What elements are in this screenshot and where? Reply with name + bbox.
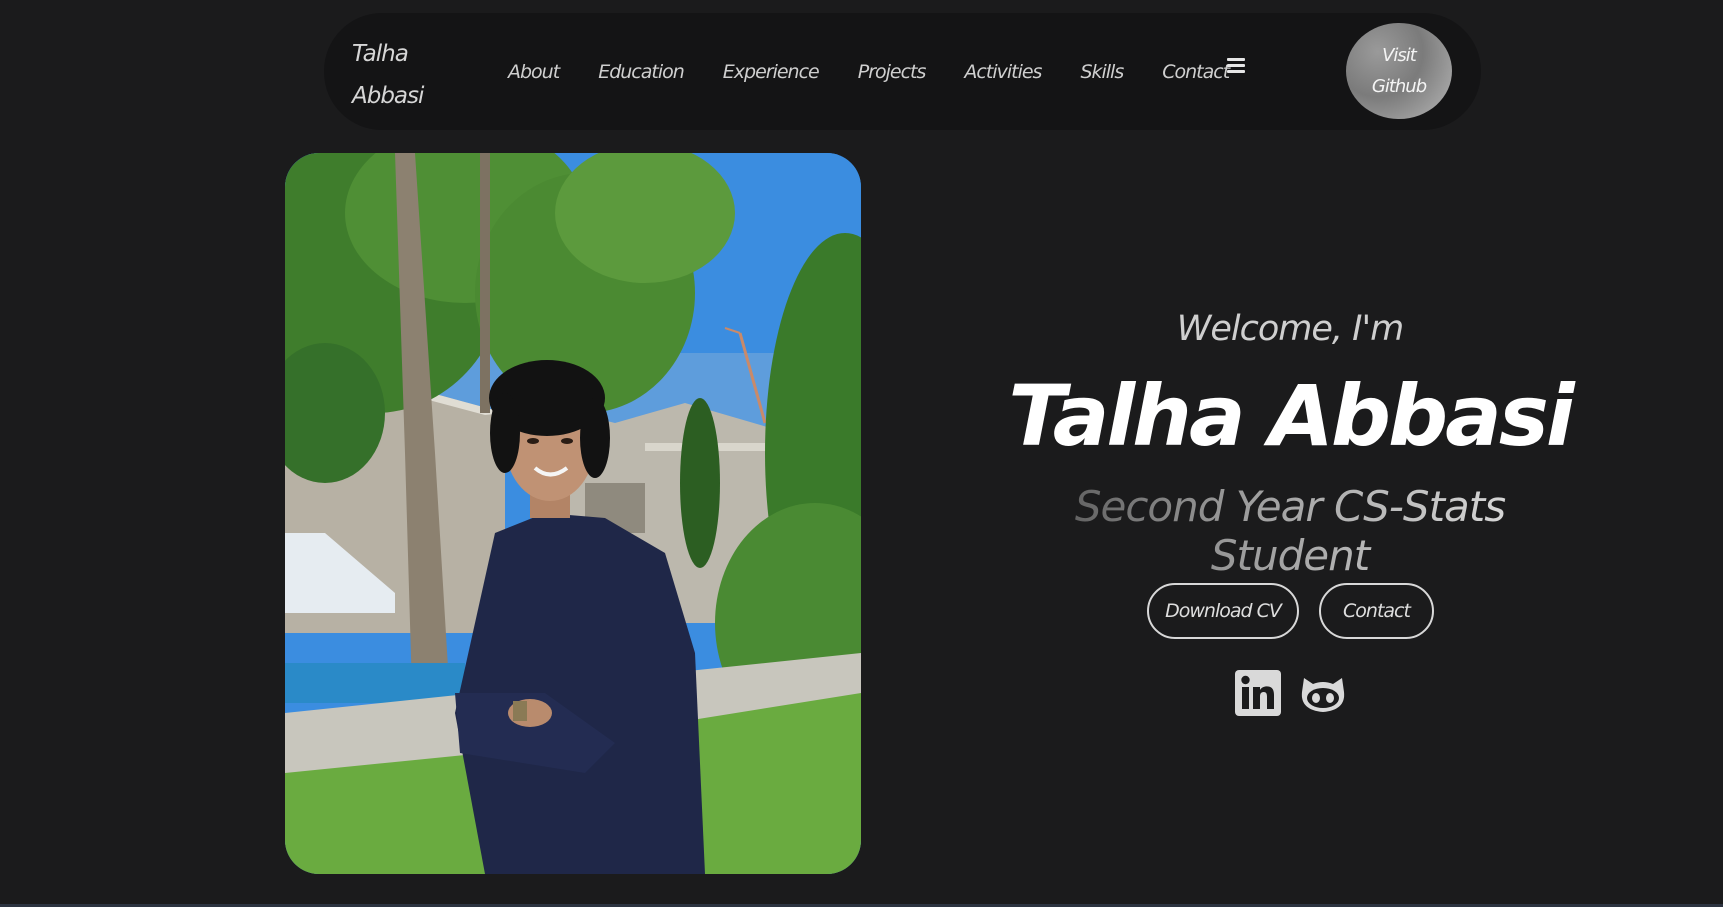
- logo-first-name: Talha: [352, 41, 409, 67]
- top-navbar: Talha Abbasi About Education Experience …: [324, 13, 1481, 130]
- nav-item-education[interactable]: Education: [598, 61, 685, 83]
- nav-item-skills[interactable]: Skills: [1080, 61, 1124, 83]
- nav-item-projects[interactable]: Projects: [858, 61, 927, 83]
- visit-github-button[interactable]: Visit Github: [1346, 23, 1452, 119]
- visit-github-label-line1: Visit: [1382, 45, 1417, 66]
- nav-item-experience[interactable]: Experience: [723, 61, 820, 83]
- hero-name: Talha Abbasi: [1008, 367, 1574, 465]
- contact-button[interactable]: Contact: [1319, 583, 1434, 639]
- visit-github-label-line2: Github: [1371, 76, 1427, 97]
- menu-icon[interactable]: [1227, 58, 1247, 78]
- linkedin-icon[interactable]: [1235, 670, 1281, 716]
- github-icon[interactable]: [1300, 670, 1346, 716]
- hero-subtitle: Second Year CS-Stats Student: [1000, 482, 1580, 580]
- profile-photo: [285, 153, 861, 874]
- logo-last-name: Abbasi: [352, 83, 424, 109]
- nav-menu: About Education Experience Projects Acti…: [508, 13, 1268, 130]
- nav-item-activities[interactable]: Activities: [964, 61, 1042, 83]
- nav-item-contact[interactable]: Contact: [1162, 61, 1230, 83]
- hero-section: Welcome, I'm Talha Abbasi Second Year CS…: [1000, 300, 1580, 716]
- site-logo[interactable]: Talha Abbasi: [352, 33, 442, 117]
- welcome-text: Welcome, I'm: [1176, 309, 1404, 349]
- social-links: [1235, 670, 1346, 716]
- nav-item-about[interactable]: About: [508, 61, 560, 83]
- hero-buttons: Download CV Contact: [1147, 583, 1434, 639]
- download-cv-button[interactable]: Download CV: [1147, 583, 1299, 639]
